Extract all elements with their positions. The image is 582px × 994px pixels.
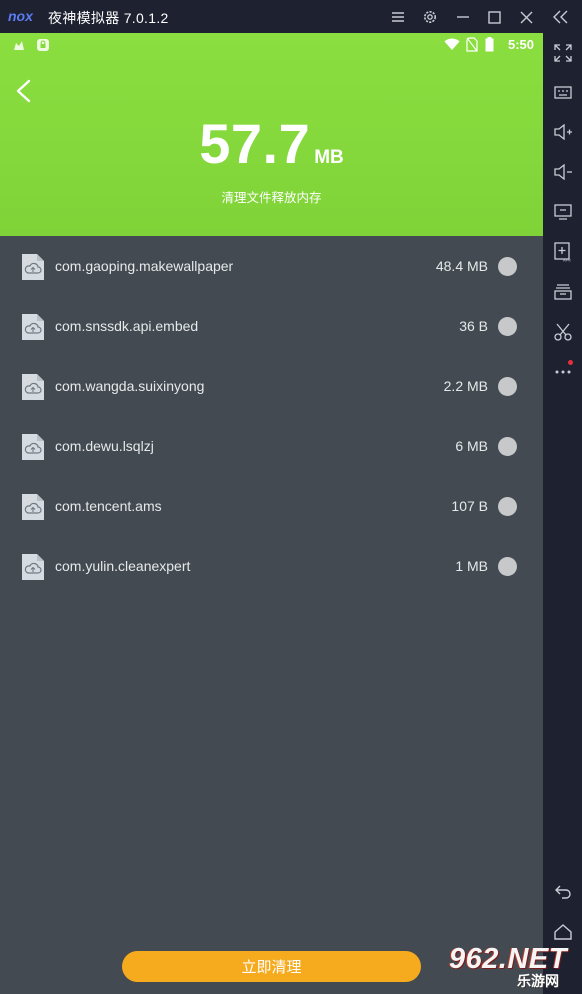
screen-icon[interactable] [552,201,574,223]
menu-icon[interactable] [388,7,408,27]
list-item[interactable]: com.dewu.lsqlzj 6 MB [0,416,543,476]
select-radio[interactable] [498,317,517,336]
file-cloud-icon [22,314,44,340]
cleanup-header: 5:50 57.7 MB 清理文件释放内存 [0,33,543,236]
list-item[interactable]: com.tencent.ams 107 B [0,476,543,536]
list-item[interactable]: com.snssdk.api.embed 36 B [0,296,543,356]
file-size: 6 MB [455,438,488,454]
watermark-text: 乐游网 [517,973,559,989]
file-cloud-icon [22,434,44,460]
collapse-sidebar-icon[interactable] [551,7,571,27]
android-notification-icon [14,41,24,50]
android-screen: 5:50 57.7 MB 清理文件释放内存 com.gaoping.makewal… [0,33,543,994]
back-arrow-icon[interactable] [12,78,36,104]
package-name: com.dewu.lsqlzj [55,438,154,454]
select-radio[interactable] [498,377,517,396]
volume-down-icon[interactable] [552,161,574,183]
package-name: com.tencent.ams [55,498,162,514]
junk-size-display: 57.7 MB [0,111,543,176]
select-radio[interactable] [498,437,517,456]
lock-notification-icon [37,39,49,51]
file-cloud-icon [22,374,44,400]
file-size: 36 B [459,318,488,334]
emulator-title-bar: nox 夜神模拟器 7.0.1.2 [0,0,582,33]
home-nav-icon[interactable] [552,921,574,943]
window-title: 夜神模拟器 7.0.1.2 [48,10,169,26]
package-name: com.yulin.cleanexpert [55,558,191,574]
package-name: com.snssdk.api.embed [55,318,199,334]
minimize-icon[interactable] [453,7,473,27]
junk-size-value: 57.7 [199,112,311,175]
junk-file-list: com.gaoping.makewallpaper 48.4 MB com.sn… [0,236,543,596]
junk-size-unit: MB [314,147,344,168]
apk-install-icon[interactable]: APK [552,241,574,263]
back-nav-icon[interactable] [552,881,574,903]
status-bar: 5:50 [0,33,543,57]
fullscreen-icon[interactable] [552,42,574,64]
package-name: com.wangda.suixinyong [55,378,205,394]
nox-logo-icon: nox [8,8,34,24]
multi-instance-icon[interactable] [552,281,574,303]
notification-dot [568,360,573,365]
volume-up-icon[interactable] [552,121,574,143]
file-cloud-icon [22,494,44,520]
list-item[interactable]: com.gaoping.makewallpaper 48.4 MB [0,236,543,296]
file-size: 48.4 MB [435,258,488,274]
select-radio[interactable] [498,557,517,576]
emulator-sidebar: APK [543,33,582,994]
scissors-icon[interactable] [552,321,574,343]
select-radio[interactable] [498,257,517,276]
select-radio[interactable] [498,497,517,516]
maximize-icon[interactable] [484,7,504,27]
file-cloud-icon [22,254,44,280]
status-time: 5:50 [507,37,534,52]
battery-icon [485,37,494,52]
svg-text:APK: APK [563,258,571,263]
file-size: 1 MB [455,558,488,574]
package-name: com.gaoping.makewallpaper [55,258,234,274]
list-item[interactable]: com.yulin.cleanexpert 1 MB [0,536,543,596]
file-cloud-icon [22,554,44,580]
svg-text:nox: nox [8,8,34,24]
site-watermark: 962.NET 乐游网 [445,941,579,991]
clean-now-button[interactable]: 立即清理 [122,951,421,982]
settings-icon[interactable] [420,7,440,27]
no-sim-icon [466,37,478,52]
file-size: 107 B [451,498,488,514]
header-subtitle: 清理文件释放内存 [221,191,322,205]
file-size: 2.2 MB [443,378,488,394]
keyboard-icon[interactable] [552,81,574,103]
wifi-icon [444,38,460,50]
list-item[interactable]: com.wangda.suixinyong 2.2 MB [0,356,543,416]
close-icon[interactable] [516,7,536,27]
